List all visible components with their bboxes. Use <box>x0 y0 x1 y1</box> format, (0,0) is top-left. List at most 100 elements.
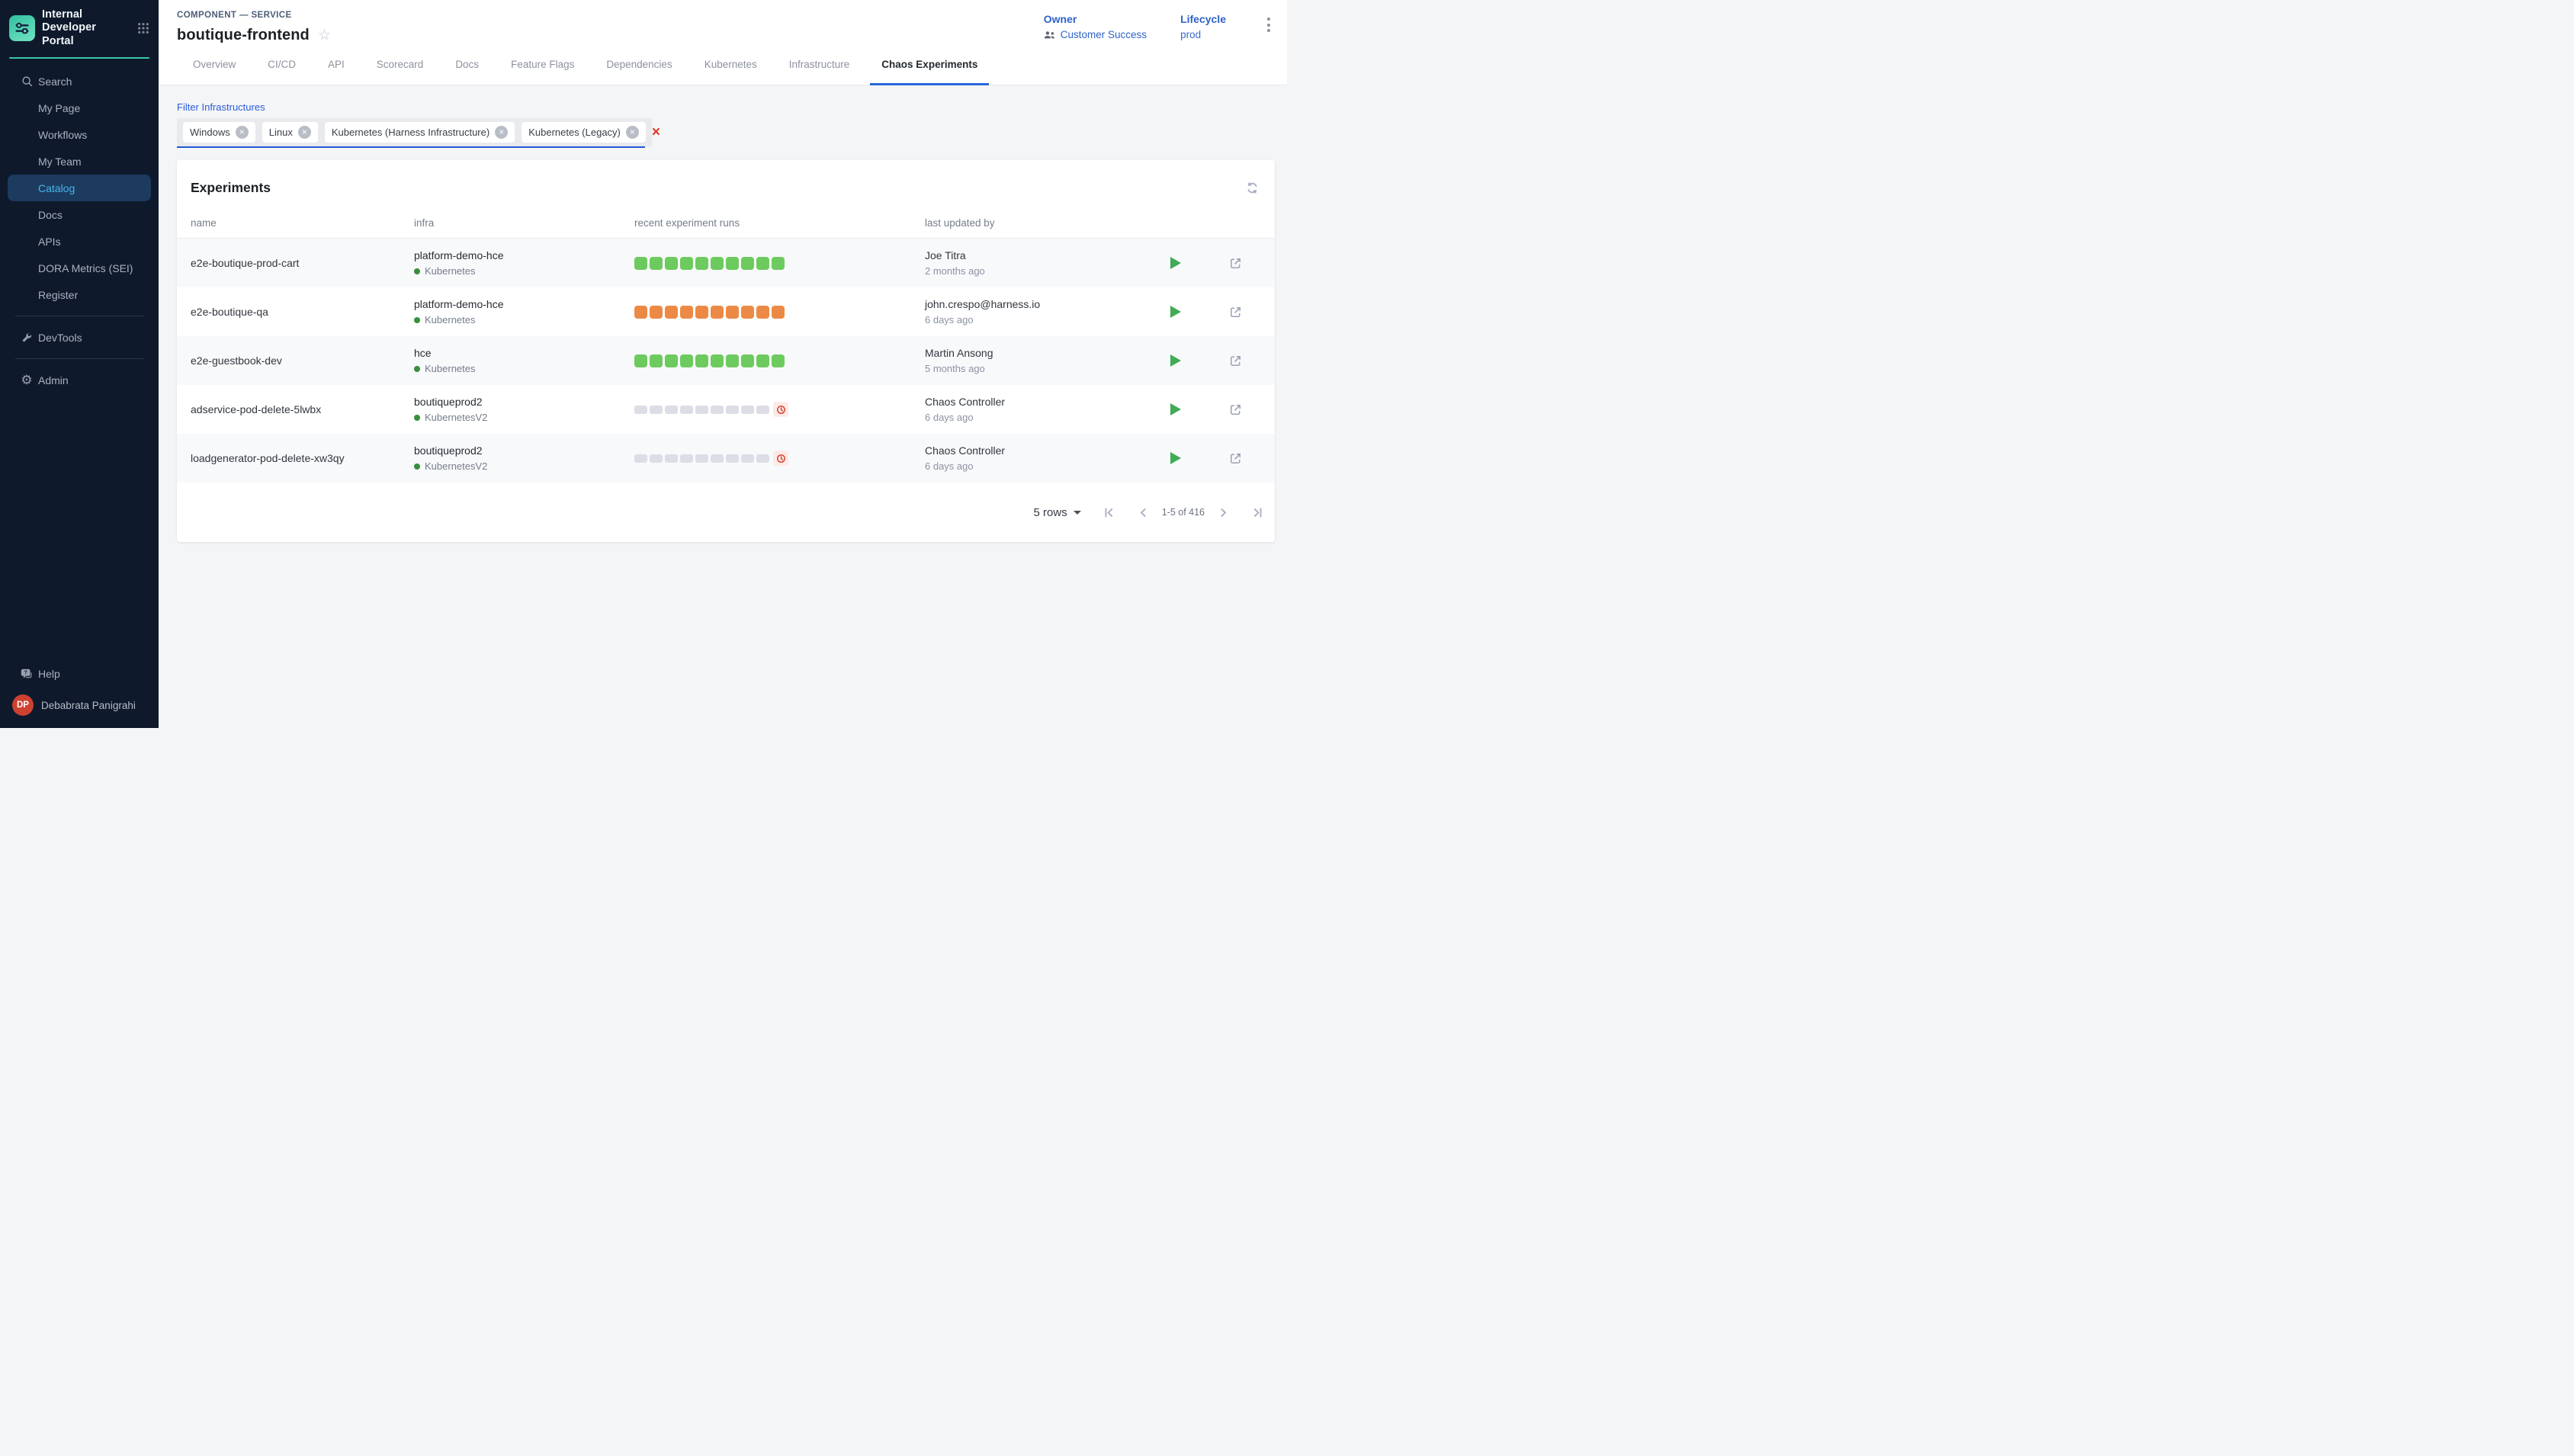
sidebar-item-label: Admin <box>38 374 69 386</box>
run-status-square <box>650 354 663 367</box>
run-status-square <box>756 257 769 270</box>
infra-type-label: KubernetesV2 <box>425 460 487 472</box>
sidebar-item-my-team[interactable]: My Team <box>8 148 151 175</box>
tab-overview[interactable]: Overview <box>181 44 247 85</box>
run-status-square <box>711 306 724 319</box>
filter-chip: Windows × <box>183 122 255 143</box>
open-in-new-icon[interactable] <box>1228 451 1243 466</box>
filter-infrastructures-label[interactable]: Filter Infrastructures <box>177 101 265 113</box>
sidebar-item-label: DORA Metrics (SEI) <box>38 262 133 274</box>
run-status-square <box>741 454 754 463</box>
chip-remove-icon[interactable]: × <box>236 126 249 139</box>
app-switcher-grid-icon[interactable] <box>137 22 149 34</box>
run-experiment-play-icon[interactable] <box>1170 257 1181 269</box>
run-status-square <box>756 354 769 367</box>
tab-cicd[interactable]: CI/CD <box>256 44 307 85</box>
sidebar-item-workflows[interactable]: Workflows <box>8 121 151 148</box>
open-in-new-icon[interactable] <box>1228 256 1243 271</box>
rows-per-page-value: 5 rows <box>1034 506 1067 519</box>
rows-per-page-select[interactable]: 5 rows <box>1034 506 1081 519</box>
tab-docs[interactable]: Docs <box>444 44 490 85</box>
run-status-square <box>634 354 647 367</box>
chip-remove-icon[interactable]: × <box>495 126 508 139</box>
sidebar-item-catalog[interactable]: Catalog <box>8 175 151 201</box>
scheduled-clock-cell <box>773 402 788 417</box>
owner-link[interactable]: Customer Success <box>1061 29 1147 40</box>
tab-api[interactable]: API <box>316 44 356 85</box>
infra-status-dot <box>414 317 420 323</box>
tab-feature-flags[interactable]: Feature Flags <box>499 44 586 85</box>
sidebar-item-apis[interactable]: APIs <box>8 228 151 255</box>
updated-at: 6 days ago <box>925 460 1168 472</box>
column-header-runs: recent experiment runs <box>634 217 925 229</box>
clear-filters-icon[interactable]: × <box>652 118 660 146</box>
run-experiment-play-icon[interactable] <box>1170 452 1181 464</box>
tab-dependencies[interactable]: Dependencies <box>595 44 683 85</box>
last-page-icon[interactable] <box>1251 506 1264 519</box>
table-row: e2e-boutique-qa platform-demo-hce Kubern… <box>177 287 1275 336</box>
infrastructure-filter-input[interactable]: Windows × Linux × Kubernetes (Harness In… <box>177 118 645 148</box>
run-status-square <box>772 306 785 319</box>
user-menu[interactable]: DP Debabrata Panigrahi <box>0 687 159 719</box>
run-experiment-play-icon[interactable] <box>1170 403 1181 415</box>
run-status-square <box>711 406 724 414</box>
first-page-icon[interactable] <box>1102 506 1115 519</box>
sidebar-item-docs[interactable]: Docs <box>8 201 151 228</box>
run-status-square <box>772 257 785 270</box>
table-row: e2e-boutique-prod-cart platform-demo-hce… <box>177 239 1275 287</box>
sidebar-item-search[interactable]: Search <box>8 68 151 95</box>
updated-cell: Joe Titra 2 months ago <box>925 249 1168 277</box>
open-in-new-icon[interactable] <box>1228 305 1243 319</box>
tab-chaos-experiments[interactable]: Chaos Experiments <box>870 44 989 85</box>
entity-tabs: Overview CI/CD API Scorecard Docs Featur… <box>159 44 1287 85</box>
sidebar-item-my-page[interactable]: My Page <box>8 95 151 121</box>
table-row: e2e-guestbook-dev hce Kubernetes Martin … <box>177 336 1275 385</box>
page-range-label: 1-5 of 416 <box>1162 507 1205 518</box>
open-in-new-icon[interactable] <box>1228 354 1243 368</box>
tab-infrastructure[interactable]: Infrastructure <box>778 44 862 85</box>
run-status-square <box>711 257 724 270</box>
entity-header: COMPONENT — SERVICE boutique-frontend ☆ … <box>159 0 1287 44</box>
table-row: adservice-pod-delete-5lwbx boutiqueprod2… <box>177 385 1275 434</box>
more-options-kebab-icon[interactable] <box>1261 13 1276 37</box>
run-status-square <box>741 257 754 270</box>
run-status-square <box>665 257 678 270</box>
sidebar-item-register[interactable]: Register <box>8 281 151 308</box>
tab-kubernetes[interactable]: Kubernetes <box>693 44 769 85</box>
refresh-icon[interactable] <box>1245 181 1260 195</box>
experiment-name: e2e-boutique-qa <box>177 306 414 318</box>
sidebar-item-devtools[interactable]: DevTools <box>8 324 151 351</box>
lifecycle-label: Lifecycle <box>1180 13 1226 25</box>
run-experiment-play-icon[interactable] <box>1170 354 1181 367</box>
updated-by: Chaos Controller <box>925 396 1168 408</box>
run-status-square <box>741 406 754 414</box>
updated-at: 5 months ago <box>925 363 1168 374</box>
infra-cell: hce Kubernetes <box>414 347 634 374</box>
favorite-star-icon[interactable]: ☆ <box>318 28 331 43</box>
chip-label: Windows <box>190 127 230 138</box>
open-in-new-icon[interactable] <box>1228 402 1243 417</box>
column-header-infra: infra <box>414 217 634 229</box>
previous-page-icon[interactable] <box>1137 506 1150 519</box>
infra-name: platform-demo-hce <box>414 298 634 310</box>
experiment-name: e2e-guestbook-dev <box>177 354 414 367</box>
sidebar-item-dora-metrics[interactable]: DORA Metrics (SEI) <box>8 255 151 281</box>
tab-content: Filter Infrastructures Windows × Linux ×… <box>159 85 1287 728</box>
run-status-square <box>634 454 647 463</box>
chip-remove-icon[interactable]: × <box>626 126 639 139</box>
sidebar-item-admin[interactable]: ⚙ Admin <box>8 367 151 393</box>
lifecycle-block: Lifecycle prod <box>1180 13 1226 40</box>
infra-status-dot <box>414 463 420 470</box>
tab-scorecard[interactable]: Scorecard <box>365 44 435 85</box>
next-page-icon[interactable] <box>1217 506 1230 519</box>
chip-remove-icon[interactable]: × <box>298 126 311 139</box>
run-status-square <box>680 406 693 414</box>
sidebar-item-label: Search <box>38 75 72 88</box>
run-status-square <box>711 354 724 367</box>
run-status-square <box>665 354 678 367</box>
run-status-square <box>695 257 708 270</box>
sidebar-item-help[interactable]: ? Help <box>8 660 151 687</box>
table-row: loadgenerator-pod-delete-xw3qy boutiquep… <box>177 434 1275 483</box>
run-experiment-play-icon[interactable] <box>1170 306 1181 318</box>
infra-cell: boutiqueprod2 KubernetesV2 <box>414 396 634 423</box>
